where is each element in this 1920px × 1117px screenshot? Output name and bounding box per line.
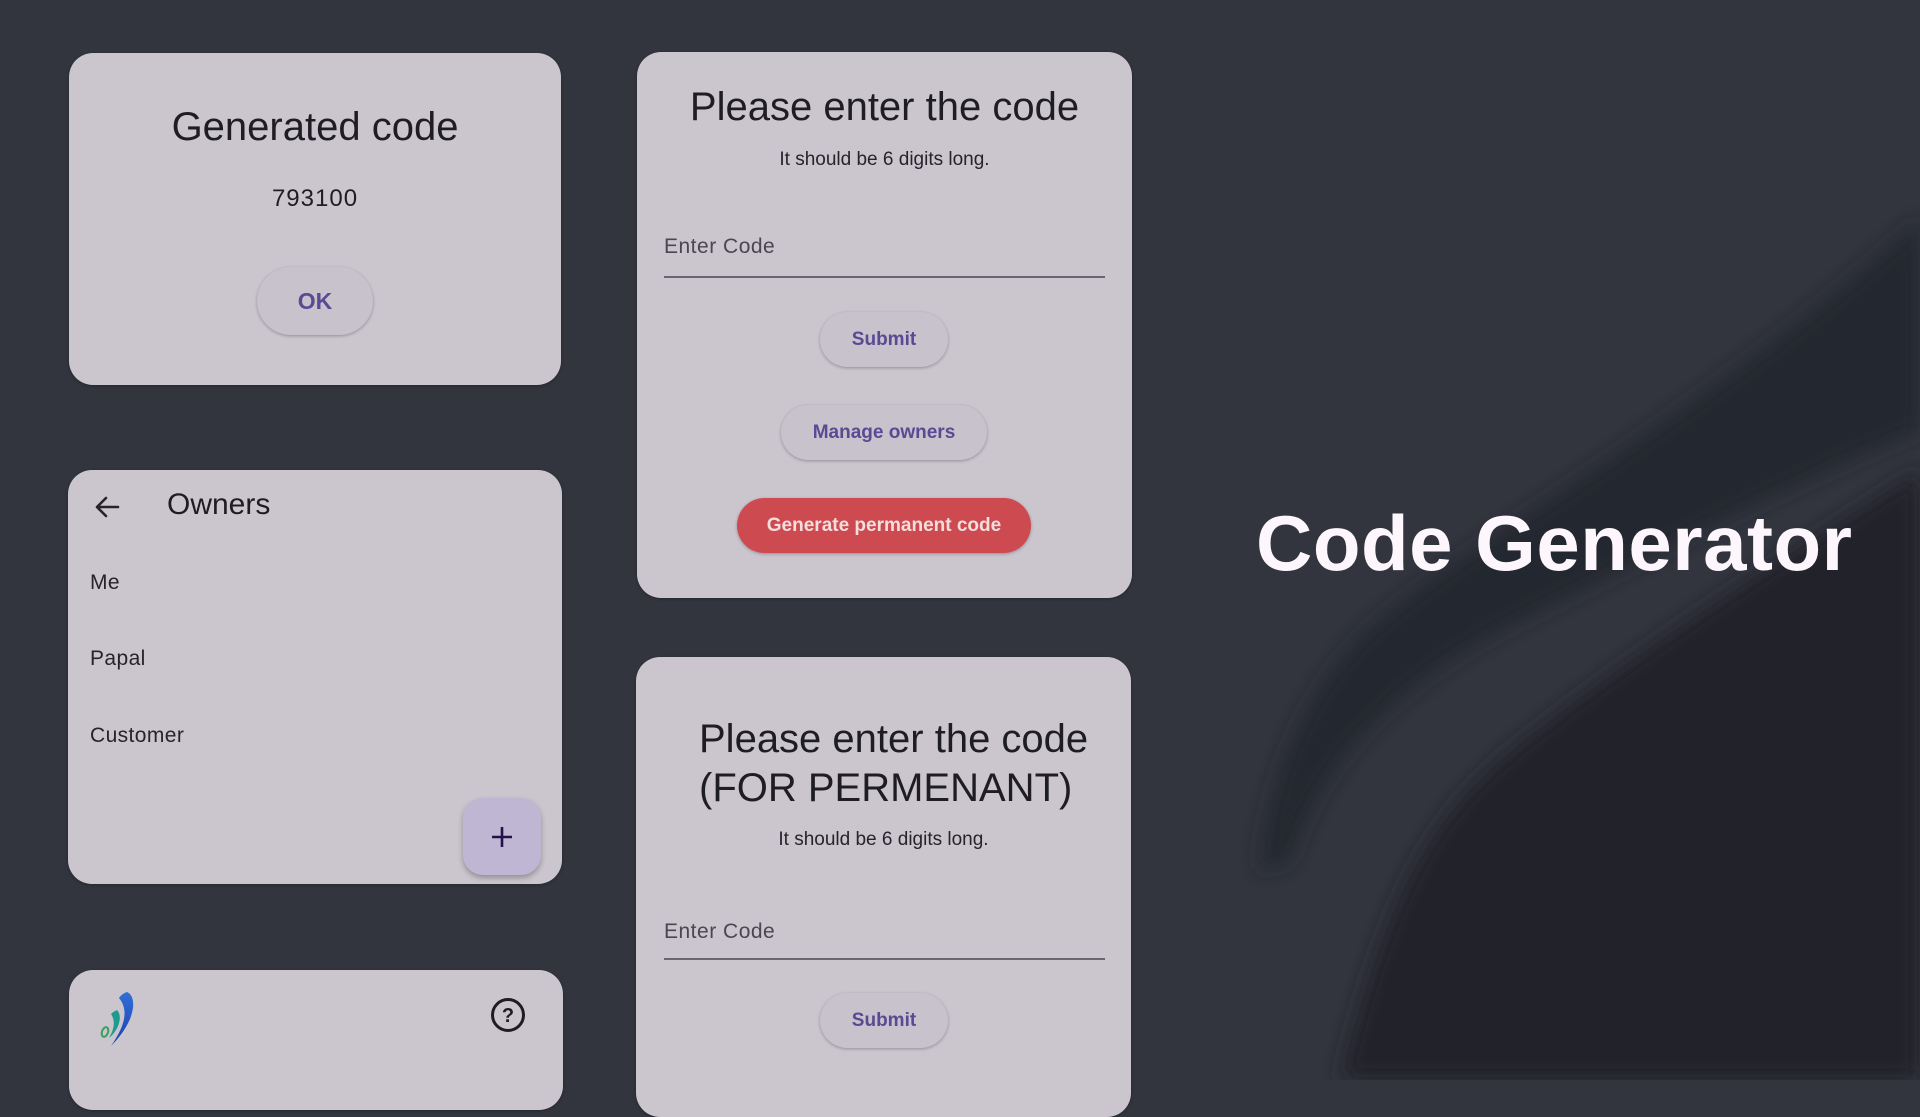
dialog-title: Generated code bbox=[171, 105, 459, 149]
generated-code-dialog: Generated code 793100 OK bbox=[69, 53, 561, 385]
code-input[interactable] bbox=[664, 222, 1105, 272]
owners-title: Owners bbox=[167, 488, 271, 521]
generated-code-value: 793100 bbox=[271, 185, 359, 212]
back-button[interactable] bbox=[90, 490, 126, 524]
owner-item[interactable]: Papal bbox=[90, 647, 146, 671]
permanent-code-input[interactable] bbox=[664, 907, 1105, 957]
hero-title: Code Generator bbox=[1256, 499, 1853, 587]
enter-code-screen: Please enter the code It should be 6 dig… bbox=[637, 52, 1132, 598]
home-screen: ? bbox=[69, 970, 563, 1110]
help-button[interactable]: ? bbox=[490, 997, 526, 1033]
help-circle-icon: ? bbox=[491, 998, 525, 1032]
permanent-code-input-underline bbox=[664, 958, 1105, 960]
permanent-title: Please enter the code (FOR PERMENANT) bbox=[699, 715, 1088, 813]
permanent-submit-button[interactable]: Submit bbox=[820, 993, 948, 1048]
submit-button[interactable]: Submit bbox=[820, 312, 948, 367]
permanent-title-line1: Please enter the code bbox=[699, 717, 1089, 761]
manage-owners-button[interactable]: Manage owners bbox=[781, 405, 987, 460]
enter-permanent-code-screen: Please enter the code (FOR PERMENANT) It… bbox=[636, 657, 1131, 1117]
enter-code-title: Please enter the code bbox=[689, 85, 1080, 129]
owners-screen: Owners Me Papal Customer bbox=[68, 470, 562, 884]
arrow-left-icon bbox=[95, 496, 120, 518]
permanent-subtitle: It should be 6 digits long. bbox=[778, 829, 989, 850]
app-logo-icon bbox=[100, 992, 134, 1046]
generate-permanent-code-button[interactable]: Generate permanent code bbox=[737, 498, 1031, 553]
plus-icon bbox=[492, 826, 512, 847]
ok-button[interactable]: OK bbox=[257, 267, 373, 335]
add-owner-button[interactable] bbox=[463, 798, 541, 875]
enter-code-subtitle: It should be 6 digits long. bbox=[779, 149, 990, 170]
svg-text:?: ? bbox=[502, 1005, 514, 1027]
code-input-underline bbox=[664, 276, 1105, 278]
permanent-title-line2: (FOR PERMENANT) bbox=[699, 766, 1073, 810]
owner-item[interactable]: Me bbox=[90, 571, 120, 595]
owner-item[interactable]: Customer bbox=[90, 724, 184, 748]
